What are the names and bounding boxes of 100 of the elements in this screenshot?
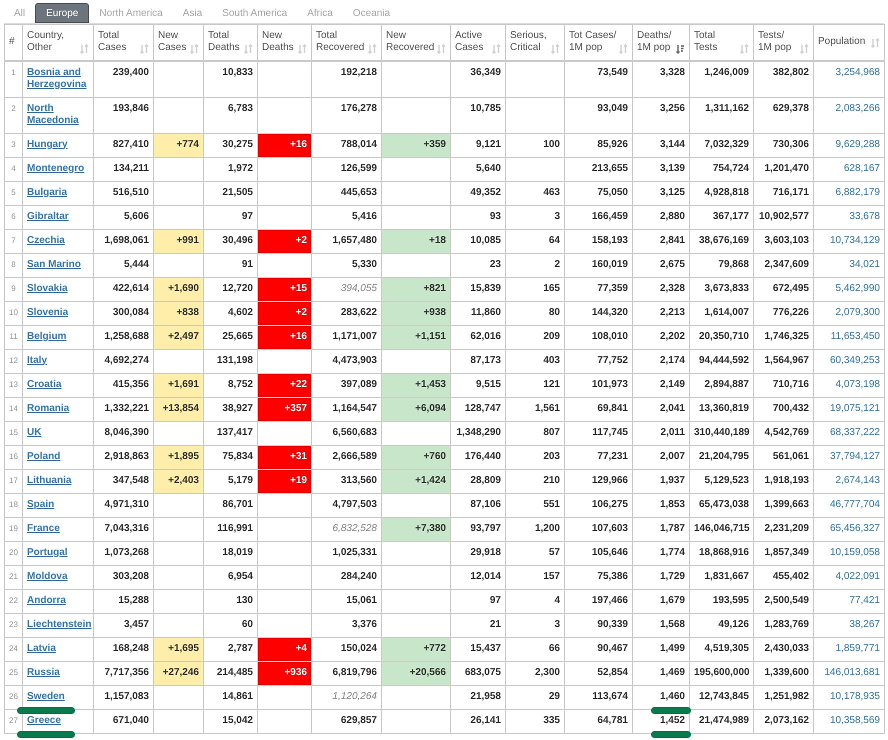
- table-cell: 347,548: [112, 474, 149, 486]
- column-header: Active Cases: [455, 30, 484, 54]
- row-number: 7: [11, 236, 16, 244]
- table-cell: 150,024: [340, 642, 377, 654]
- table-cell: 29: [548, 690, 560, 702]
- table-cell: 10,358,569: [830, 714, 880, 726]
- table-cell: 65,456,327: [830, 522, 880, 534]
- table-cell: 20,350,710: [698, 330, 749, 342]
- table-cell: 2,149: [660, 378, 685, 390]
- table-cell: 455,402: [772, 570, 809, 582]
- table-cell: 2,430,033: [764, 642, 809, 654]
- table-cell: 77,359: [597, 282, 628, 294]
- table-cell: +1,691: [168, 378, 199, 390]
- table-cell: 629,378: [772, 102, 809, 114]
- table-cell: 10,734,129: [830, 234, 880, 246]
- table-cell: 1,200: [534, 522, 560, 534]
- region-tab[interactable]: South America: [212, 3, 298, 23]
- table-cell: 4,928,818: [704, 186, 749, 198]
- region-tab[interactable]: Europe: [35, 3, 90, 23]
- row-number: 10: [9, 308, 18, 316]
- table-cell: 3,328: [660, 66, 685, 78]
- table-cell: 62,016: [470, 330, 501, 342]
- table-cell: 2,202: [660, 330, 685, 342]
- table-cell: 146,013,681: [824, 666, 880, 678]
- table-cell: 2,007: [660, 450, 685, 462]
- table-cell: 157: [543, 570, 560, 582]
- row-number: 23: [9, 620, 18, 628]
- table-cell: 12,720: [222, 282, 253, 294]
- table-cell: 2,841: [660, 234, 685, 246]
- region-tab[interactable]: Oceania: [342, 3, 400, 23]
- table-cell: 46,777,704: [830, 498, 880, 510]
- column-header: New Cases: [158, 30, 186, 54]
- table-cell: 30,496: [222, 234, 253, 246]
- table-cell: +22: [290, 378, 307, 390]
- table-cell: 197,466: [592, 594, 628, 606]
- column-header: New Deaths: [262, 30, 294, 54]
- table-cell: 5,640: [476, 162, 501, 174]
- region-tab[interactable]: All: [4, 3, 36, 23]
- table-cell: 203: [543, 450, 560, 462]
- region-tab[interactable]: North America: [89, 3, 173, 23]
- table-cell: 3,256: [660, 102, 685, 114]
- table-cell: 5,330: [352, 258, 377, 270]
- table-cell: 168,248: [112, 642, 149, 654]
- table-cell: +18: [429, 234, 446, 246]
- region-tab[interactable]: Africa: [297, 3, 343, 23]
- table-cell: 193,846: [112, 102, 149, 114]
- table-cell: 11,653,450: [830, 330, 880, 342]
- table-cell: 2,073,162: [764, 714, 809, 726]
- table-cell: 128,747: [464, 402, 501, 414]
- table-cell: 5,606: [124, 210, 149, 222]
- table-cell: +27,246: [162, 666, 199, 678]
- table-cell: 66: [548, 642, 560, 654]
- table-cell: 4,971,310: [104, 498, 149, 510]
- region-tab[interactable]: Asia: [172, 3, 212, 23]
- table-cell: 13,360,819: [698, 402, 749, 414]
- table-cell: 126,599: [340, 162, 377, 174]
- table-cell: 284,240: [340, 570, 377, 582]
- table-cell: 1,787: [660, 522, 685, 534]
- table-cell: 36,349: [470, 66, 501, 78]
- table-cell: 30,275: [222, 138, 253, 150]
- table-cell: 827,410: [112, 138, 149, 150]
- table-cell: +1,695: [168, 642, 199, 654]
- table-cell: 303,208: [112, 570, 149, 582]
- table-cell: 121: [543, 378, 560, 390]
- table-cell: 628,167: [844, 162, 880, 174]
- column-header: Population: [818, 36, 866, 48]
- table-cell: 1,853: [660, 498, 685, 510]
- table-cell: 209: [543, 330, 560, 342]
- table-cell: 367,177: [712, 210, 749, 222]
- table-cell: 1,746,325: [764, 330, 809, 342]
- table-cell: 1,452: [660, 714, 685, 726]
- column-header: Tot Cases/ 1M pop: [569, 30, 616, 54]
- table-cell: +31: [290, 450, 307, 462]
- table-cell: 1,679: [660, 594, 685, 606]
- table-cell: 1,073,268: [104, 546, 149, 558]
- row-number: 13: [9, 380, 18, 388]
- table-cell: 1,918,193: [764, 474, 809, 486]
- table-cell: 394,055: [340, 282, 377, 294]
- table-cell: 2,918,863: [104, 450, 149, 462]
- row-number: 11: [9, 332, 18, 340]
- table-cell: 1,025,331: [332, 546, 377, 558]
- table-cell: 5,416: [352, 210, 377, 222]
- table-cell: +936: [284, 666, 307, 678]
- table-cell: 2,880: [660, 210, 685, 222]
- sort-icon[interactable]: [676, 44, 685, 54]
- table-cell: 6,819,796: [332, 666, 377, 678]
- table-cell: 15,042: [222, 714, 253, 726]
- row-number: 21: [9, 572, 18, 580]
- table-cell: 2,347,609: [764, 258, 809, 270]
- table-cell: +7,380: [415, 522, 446, 534]
- row-number: 12: [9, 356, 18, 364]
- table-cell: 37,794,127: [830, 450, 880, 462]
- table-cell: 6,783: [228, 102, 253, 114]
- table-cell: 77,231: [597, 450, 628, 462]
- table-cell: 716,171: [772, 186, 809, 198]
- table-cell: 2: [554, 258, 560, 270]
- table-cell: 91: [242, 258, 253, 270]
- table-cell: 87,106: [470, 498, 501, 510]
- table-cell: 5,462,990: [836, 282, 880, 294]
- table-cell: +20,566: [410, 666, 446, 678]
